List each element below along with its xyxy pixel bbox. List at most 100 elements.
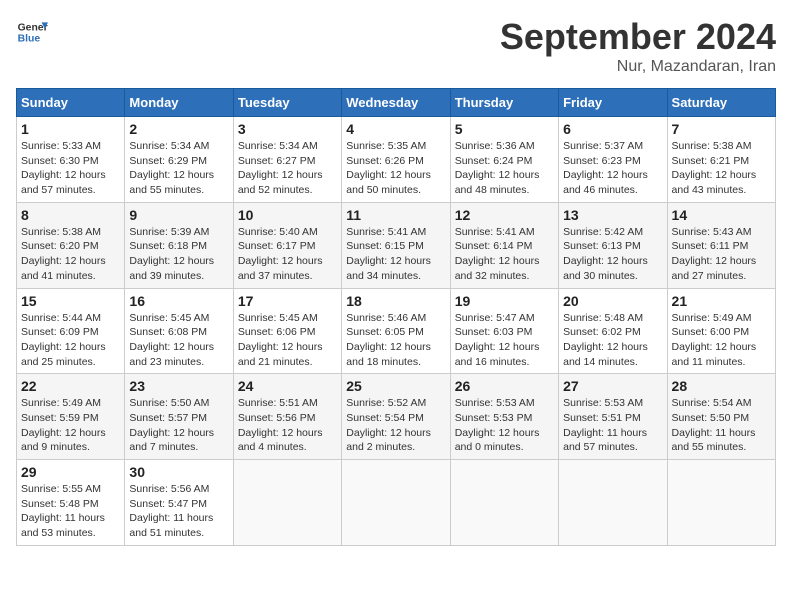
col-sunday: Sunday <box>17 89 125 117</box>
table-row: 8 Sunrise: 5:38 AMSunset: 6:20 PMDayligh… <box>17 202 125 288</box>
table-row: 26 Sunrise: 5:53 AMSunset: 5:53 PMDaylig… <box>450 374 558 460</box>
day-detail: Sunrise: 5:49 AMSunset: 6:00 PMDaylight:… <box>672 312 757 368</box>
table-row: 4 Sunrise: 5:35 AMSunset: 6:26 PMDayligh… <box>342 117 450 203</box>
day-detail: Sunrise: 5:47 AMSunset: 6:03 PMDaylight:… <box>455 312 540 368</box>
day-detail: Sunrise: 5:43 AMSunset: 6:11 PMDaylight:… <box>672 226 757 282</box>
calendar-week-row: 8 Sunrise: 5:38 AMSunset: 6:20 PMDayligh… <box>17 202 776 288</box>
day-number: 29 <box>21 464 120 480</box>
table-row: 7 Sunrise: 5:38 AMSunset: 6:21 PMDayligh… <box>667 117 775 203</box>
table-row: 27 Sunrise: 5:53 AMSunset: 5:51 PMDaylig… <box>559 374 667 460</box>
table-row: 16 Sunrise: 5:45 AMSunset: 6:08 PMDaylig… <box>125 288 233 374</box>
day-number: 11 <box>346 207 445 223</box>
table-row: 23 Sunrise: 5:50 AMSunset: 5:57 PMDaylig… <box>125 374 233 460</box>
day-detail: Sunrise: 5:33 AMSunset: 6:30 PMDaylight:… <box>21 140 106 196</box>
day-number: 4 <box>346 121 445 137</box>
day-number: 5 <box>455 121 554 137</box>
day-detail: Sunrise: 5:40 AMSunset: 6:17 PMDaylight:… <box>238 226 323 282</box>
day-detail: Sunrise: 5:41 AMSunset: 6:14 PMDaylight:… <box>455 226 540 282</box>
day-detail: Sunrise: 5:34 AMSunset: 6:27 PMDaylight:… <box>238 140 323 196</box>
table-row: 28 Sunrise: 5:54 AMSunset: 5:50 PMDaylig… <box>667 374 775 460</box>
day-number: 27 <box>563 378 662 394</box>
table-row <box>450 460 558 546</box>
table-row: 1 Sunrise: 5:33 AMSunset: 6:30 PMDayligh… <box>17 117 125 203</box>
table-row <box>667 460 775 546</box>
day-detail: Sunrise: 5:45 AMSunset: 6:08 PMDaylight:… <box>129 312 214 368</box>
day-number: 16 <box>129 293 228 309</box>
table-row: 2 Sunrise: 5:34 AMSunset: 6:29 PMDayligh… <box>125 117 233 203</box>
day-number: 1 <box>21 121 120 137</box>
table-row: 13 Sunrise: 5:42 AMSunset: 6:13 PMDaylig… <box>559 202 667 288</box>
table-row: 5 Sunrise: 5:36 AMSunset: 6:24 PMDayligh… <box>450 117 558 203</box>
day-detail: Sunrise: 5:37 AMSunset: 6:23 PMDaylight:… <box>563 140 648 196</box>
location-subtitle: Nur, Mazandaran, Iran <box>500 58 776 76</box>
day-number: 15 <box>21 293 120 309</box>
day-detail: Sunrise: 5:35 AMSunset: 6:26 PMDaylight:… <box>346 140 431 196</box>
day-number: 8 <box>21 207 120 223</box>
day-detail: Sunrise: 5:36 AMSunset: 6:24 PMDaylight:… <box>455 140 540 196</box>
day-detail: Sunrise: 5:46 AMSunset: 6:05 PMDaylight:… <box>346 312 431 368</box>
day-detail: Sunrise: 5:53 AMSunset: 5:53 PMDaylight:… <box>455 397 540 453</box>
calendar-week-row: 1 Sunrise: 5:33 AMSunset: 6:30 PMDayligh… <box>17 117 776 203</box>
day-detail: Sunrise: 5:48 AMSunset: 6:02 PMDaylight:… <box>563 312 648 368</box>
table-row: 11 Sunrise: 5:41 AMSunset: 6:15 PMDaylig… <box>342 202 450 288</box>
day-detail: Sunrise: 5:49 AMSunset: 5:59 PMDaylight:… <box>21 397 106 453</box>
day-number: 26 <box>455 378 554 394</box>
header-row: Sunday Monday Tuesday Wednesday Thursday… <box>17 89 776 117</box>
day-number: 6 <box>563 121 662 137</box>
day-detail: Sunrise: 5:52 AMSunset: 5:54 PMDaylight:… <box>346 397 431 453</box>
page-header: General Blue September 2024 Nur, Mazanda… <box>16 16 776 76</box>
day-detail: Sunrise: 5:56 AMSunset: 5:47 PMDaylight:… <box>129 483 213 539</box>
col-friday: Friday <box>559 89 667 117</box>
day-number: 30 <box>129 464 228 480</box>
day-detail: Sunrise: 5:53 AMSunset: 5:51 PMDaylight:… <box>563 397 647 453</box>
day-detail: Sunrise: 5:45 AMSunset: 6:06 PMDaylight:… <box>238 312 323 368</box>
table-row: 14 Sunrise: 5:43 AMSunset: 6:11 PMDaylig… <box>667 202 775 288</box>
day-number: 20 <box>563 293 662 309</box>
col-monday: Monday <box>125 89 233 117</box>
day-number: 14 <box>672 207 771 223</box>
table-row: 12 Sunrise: 5:41 AMSunset: 6:14 PMDaylig… <box>450 202 558 288</box>
table-row: 24 Sunrise: 5:51 AMSunset: 5:56 PMDaylig… <box>233 374 341 460</box>
day-number: 17 <box>238 293 337 309</box>
table-row: 21 Sunrise: 5:49 AMSunset: 6:00 PMDaylig… <box>667 288 775 374</box>
table-row: 3 Sunrise: 5:34 AMSunset: 6:27 PMDayligh… <box>233 117 341 203</box>
day-detail: Sunrise: 5:38 AMSunset: 6:21 PMDaylight:… <box>672 140 757 196</box>
table-row: 15 Sunrise: 5:44 AMSunset: 6:09 PMDaylig… <box>17 288 125 374</box>
table-row: 19 Sunrise: 5:47 AMSunset: 6:03 PMDaylig… <box>450 288 558 374</box>
logo: General Blue <box>16 16 48 48</box>
day-number: 2 <box>129 121 228 137</box>
table-row: 29 Sunrise: 5:55 AMSunset: 5:48 PMDaylig… <box>17 460 125 546</box>
table-row: 9 Sunrise: 5:39 AMSunset: 6:18 PMDayligh… <box>125 202 233 288</box>
day-number: 7 <box>672 121 771 137</box>
day-detail: Sunrise: 5:55 AMSunset: 5:48 PMDaylight:… <box>21 483 105 539</box>
day-number: 22 <box>21 378 120 394</box>
table-row: 6 Sunrise: 5:37 AMSunset: 6:23 PMDayligh… <box>559 117 667 203</box>
table-row: 30 Sunrise: 5:56 AMSunset: 5:47 PMDaylig… <box>125 460 233 546</box>
col-wednesday: Wednesday <box>342 89 450 117</box>
calendar-table: Sunday Monday Tuesday Wednesday Thursday… <box>16 88 776 546</box>
day-number: 3 <box>238 121 337 137</box>
day-detail: Sunrise: 5:38 AMSunset: 6:20 PMDaylight:… <box>21 226 106 282</box>
logo-icon: General Blue <box>16 16 48 48</box>
svg-text:Blue: Blue <box>18 34 41 45</box>
day-number: 28 <box>672 378 771 394</box>
table-row: 17 Sunrise: 5:45 AMSunset: 6:06 PMDaylig… <box>233 288 341 374</box>
col-saturday: Saturday <box>667 89 775 117</box>
calendar-week-row: 22 Sunrise: 5:49 AMSunset: 5:59 PMDaylig… <box>17 374 776 460</box>
table-row: 25 Sunrise: 5:52 AMSunset: 5:54 PMDaylig… <box>342 374 450 460</box>
day-detail: Sunrise: 5:34 AMSunset: 6:29 PMDaylight:… <box>129 140 214 196</box>
day-detail: Sunrise: 5:50 AMSunset: 5:57 PMDaylight:… <box>129 397 214 453</box>
day-detail: Sunrise: 5:51 AMSunset: 5:56 PMDaylight:… <box>238 397 323 453</box>
day-detail: Sunrise: 5:41 AMSunset: 6:15 PMDaylight:… <box>346 226 431 282</box>
day-number: 9 <box>129 207 228 223</box>
day-number: 13 <box>563 207 662 223</box>
table-row: 10 Sunrise: 5:40 AMSunset: 6:17 PMDaylig… <box>233 202 341 288</box>
day-number: 24 <box>238 378 337 394</box>
table-row <box>342 460 450 546</box>
table-row: 20 Sunrise: 5:48 AMSunset: 6:02 PMDaylig… <box>559 288 667 374</box>
table-row <box>559 460 667 546</box>
col-thursday: Thursday <box>450 89 558 117</box>
col-tuesday: Tuesday <box>233 89 341 117</box>
calendar-week-row: 15 Sunrise: 5:44 AMSunset: 6:09 PMDaylig… <box>17 288 776 374</box>
month-title: September 2024 <box>500 16 776 58</box>
